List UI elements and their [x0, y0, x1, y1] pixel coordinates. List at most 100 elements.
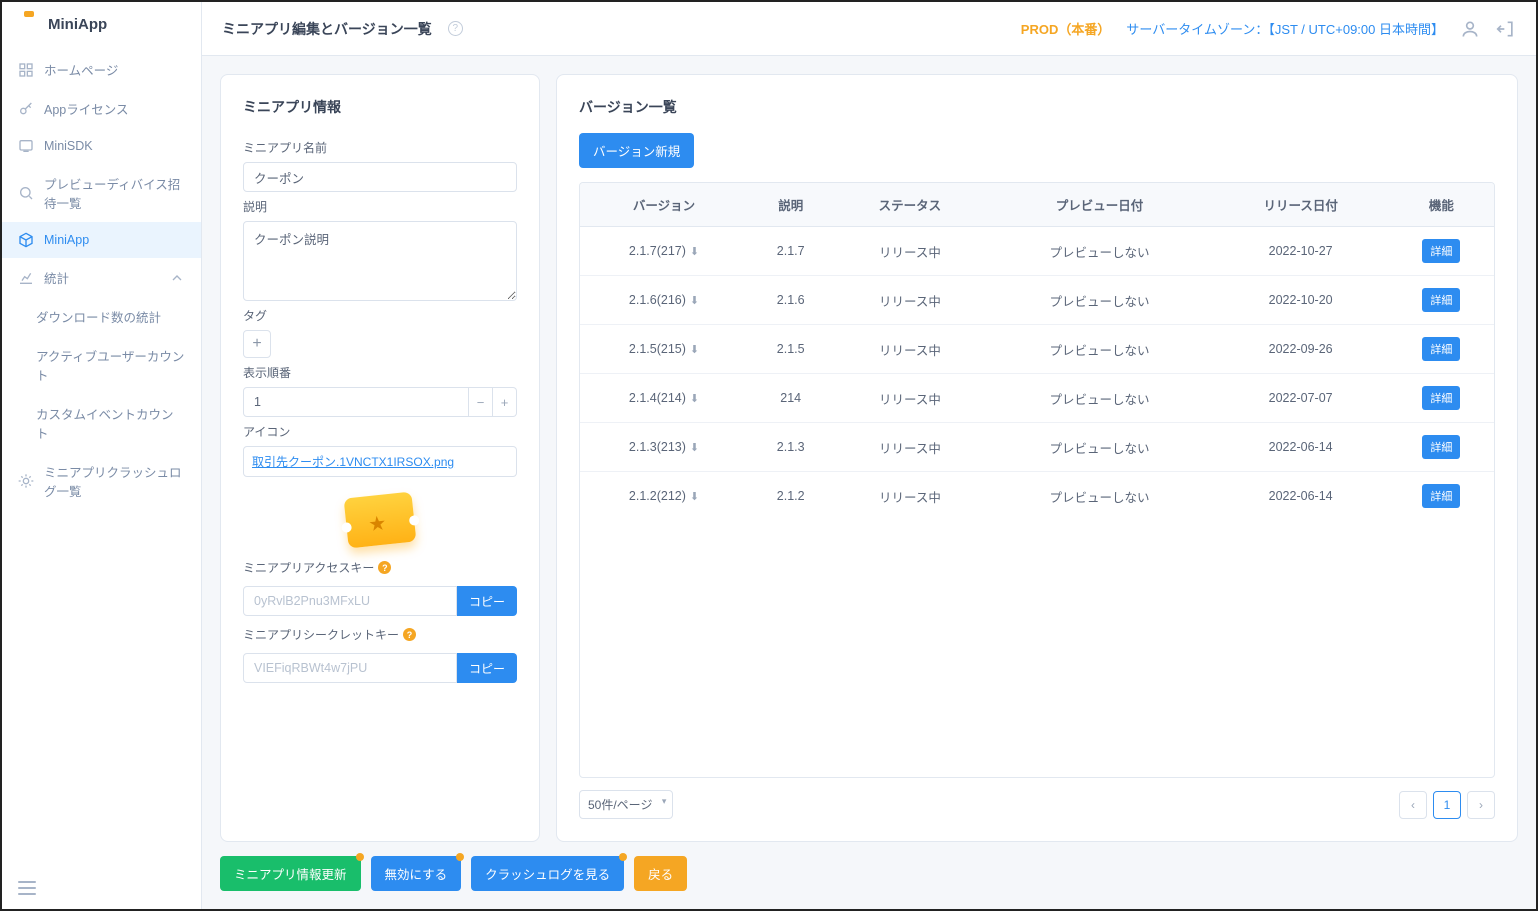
download-icon[interactable]: ⬇	[690, 294, 699, 307]
logout-icon[interactable]	[1496, 19, 1516, 39]
sidebar-item-minisdk[interactable]: MiniSDK	[2, 128, 201, 164]
order-increment-button[interactable]: +	[493, 387, 517, 417]
key-icon	[18, 101, 34, 117]
pager-page-button[interactable]: 1	[1433, 791, 1461, 819]
cell-status: リリース中	[833, 423, 986, 472]
name-label: ミニアプリ名前	[243, 139, 517, 156]
disable-button[interactable]: 無効にする	[371, 856, 462, 891]
ticket-icon: ★	[346, 491, 414, 549]
chevron-up-icon	[169, 270, 185, 286]
cell-status: リリース中	[833, 472, 986, 521]
sidebar-item-download-stats[interactable]: ダウンロード数の統計	[2, 297, 201, 336]
sidebar-item-label: アクティブユーザーカウント	[36, 346, 185, 384]
download-icon[interactable]: ⬇	[690, 490, 699, 503]
home-icon	[18, 62, 34, 78]
detail-button[interactable]: 詳細	[1422, 484, 1460, 508]
detail-button[interactable]: 詳細	[1422, 288, 1460, 312]
download-icon[interactable]: ⬇	[690, 245, 699, 258]
sidebar-item-miniapp[interactable]: MiniApp	[2, 222, 201, 258]
col-version: バージョン	[580, 183, 748, 227]
cell-release: 2022-06-14	[1213, 423, 1389, 472]
cell-ops: 詳細	[1389, 325, 1494, 374]
page-size-select[interactable]: 50件/ページ	[579, 790, 673, 819]
tag-add-button[interactable]: +	[243, 330, 271, 358]
cell-version: 2.1.7(217)⬇	[580, 227, 748, 276]
update-button[interactable]: ミニアプリ情報更新	[220, 856, 361, 891]
topbar: ミニアプリ編集とバージョン一覧 ? PROD（本番） サーバータイムゾーン：【J…	[202, 2, 1536, 56]
copy-access-key-button[interactable]: コピー	[457, 586, 517, 616]
download-icon[interactable]: ⬇	[690, 343, 699, 356]
cell-preview: プレビューしない	[986, 325, 1212, 374]
cell-version: 2.1.5(215)⬇	[580, 325, 748, 374]
col-ops: 機能	[1389, 183, 1494, 227]
sidebar-item-license[interactable]: Appライセンス	[2, 89, 201, 128]
cell-preview: プレビューしない	[986, 227, 1212, 276]
detail-button[interactable]: 詳細	[1422, 435, 1460, 459]
table-row: 2.1.7(217)⬇2.1.7リリース中プレビューしない2022-10-27詳…	[580, 227, 1494, 276]
chart-icon	[18, 270, 34, 286]
card-title: バージョン一覧	[579, 97, 1495, 117]
sidebar-item-stats[interactable]: 統計	[2, 258, 201, 297]
order-input[interactable]	[243, 387, 469, 417]
sidebar-item-active-users[interactable]: アクティブユーザーカウント	[2, 336, 201, 394]
copy-secret-key-button[interactable]: コピー	[457, 653, 517, 683]
content: ミニアプリ情報 ミニアプリ名前 説明 クーポン説明 タグ + 表示順番 − + …	[202, 56, 1536, 909]
table-row: 2.1.4(214)⬇214リリース中プレビューしない2022-07-07詳細	[580, 374, 1494, 423]
name-input[interactable]	[243, 162, 517, 192]
pager-next-button[interactable]: ›	[1467, 791, 1495, 819]
icon-preview: ★	[243, 477, 517, 553]
page-title: ミニアプリ編集とバージョン一覧	[222, 19, 432, 39]
sidebar-item-preview-devices[interactable]: プレビューディバイス招待一覧	[2, 164, 201, 222]
table-row: 2.1.6(216)⬇2.1.6リリース中プレビューしない2022-10-20詳…	[580, 276, 1494, 325]
cell-desc: 2.1.2	[748, 472, 833, 521]
badge-icon	[619, 853, 627, 861]
timezone-label: サーバータイムゾーン：【JST / UTC+09:00 日本時間】	[1126, 19, 1444, 38]
cell-release: 2022-06-14	[1213, 472, 1389, 521]
access-key-label: ミニアプリアクセスキー ?	[243, 559, 517, 576]
pager-prev-button[interactable]: ‹	[1399, 791, 1427, 819]
cell-release: 2022-10-20	[1213, 276, 1389, 325]
cell-release: 2022-10-27	[1213, 227, 1389, 276]
order-decrement-button[interactable]: −	[469, 387, 493, 417]
sidebar-item-label: カスタムイベントカウント	[36, 404, 185, 442]
col-preview: プレビュー日付	[986, 183, 1212, 227]
tag-label: タグ	[243, 307, 517, 324]
detail-button[interactable]: 詳細	[1422, 337, 1460, 361]
secret-key-label: ミニアプリシークレットキー ?	[243, 626, 517, 643]
sidebar-item-label: ホームページ	[44, 60, 118, 79]
brand-logo[interactable]: MiniApp	[2, 2, 201, 46]
cell-release: 2022-07-07	[1213, 374, 1389, 423]
icon-label: アイコン	[243, 423, 517, 440]
detail-button[interactable]: 詳細	[1422, 386, 1460, 410]
sidebar-item-label: ダウンロード数の統計	[36, 307, 161, 326]
env-label: PROD（本番）	[1021, 19, 1111, 38]
sdk-icon	[18, 138, 34, 154]
sidebar-item-home[interactable]: ホームページ	[2, 50, 201, 89]
sidebar-item-crashlog[interactable]: ミニアプリクラッシュログ一覧	[2, 452, 201, 510]
help-icon[interactable]: ?	[378, 561, 391, 574]
cell-desc: 2.1.3	[748, 423, 833, 472]
col-status: ステータス	[833, 183, 986, 227]
cell-preview: プレビューしない	[986, 374, 1212, 423]
sidebar-collapse-button[interactable]	[18, 881, 36, 895]
card-title: ミニアプリ情報	[243, 97, 517, 117]
crashlog-button[interactable]: クラッシュログを見る	[471, 856, 624, 891]
cell-status: リリース中	[833, 374, 986, 423]
sidebar-item-custom-events[interactable]: カスタムイベントカウント	[2, 394, 201, 452]
user-icon[interactable]	[1460, 19, 1480, 39]
help-icon[interactable]: ?	[403, 628, 416, 641]
search-icon	[18, 185, 34, 201]
new-version-button[interactable]: バージョン新規	[579, 133, 694, 168]
back-button[interactable]: 戻る	[634, 856, 687, 891]
cube-icon	[18, 232, 34, 248]
cell-version: 2.1.4(214)⬇	[580, 374, 748, 423]
desc-textarea[interactable]: クーポン説明	[243, 221, 517, 301]
help-icon[interactable]: ?	[448, 21, 463, 36]
cell-ops: 詳細	[1389, 423, 1494, 472]
bug-icon	[18, 473, 34, 489]
icon-file-link[interactable]: 取引先クーポン.1VNCTX1IRSOX.png	[243, 446, 517, 477]
download-icon[interactable]: ⬇	[690, 441, 699, 454]
detail-button[interactable]: 詳細	[1422, 239, 1460, 263]
secret-key-input	[243, 653, 457, 683]
download-icon[interactable]: ⬇	[690, 392, 699, 405]
